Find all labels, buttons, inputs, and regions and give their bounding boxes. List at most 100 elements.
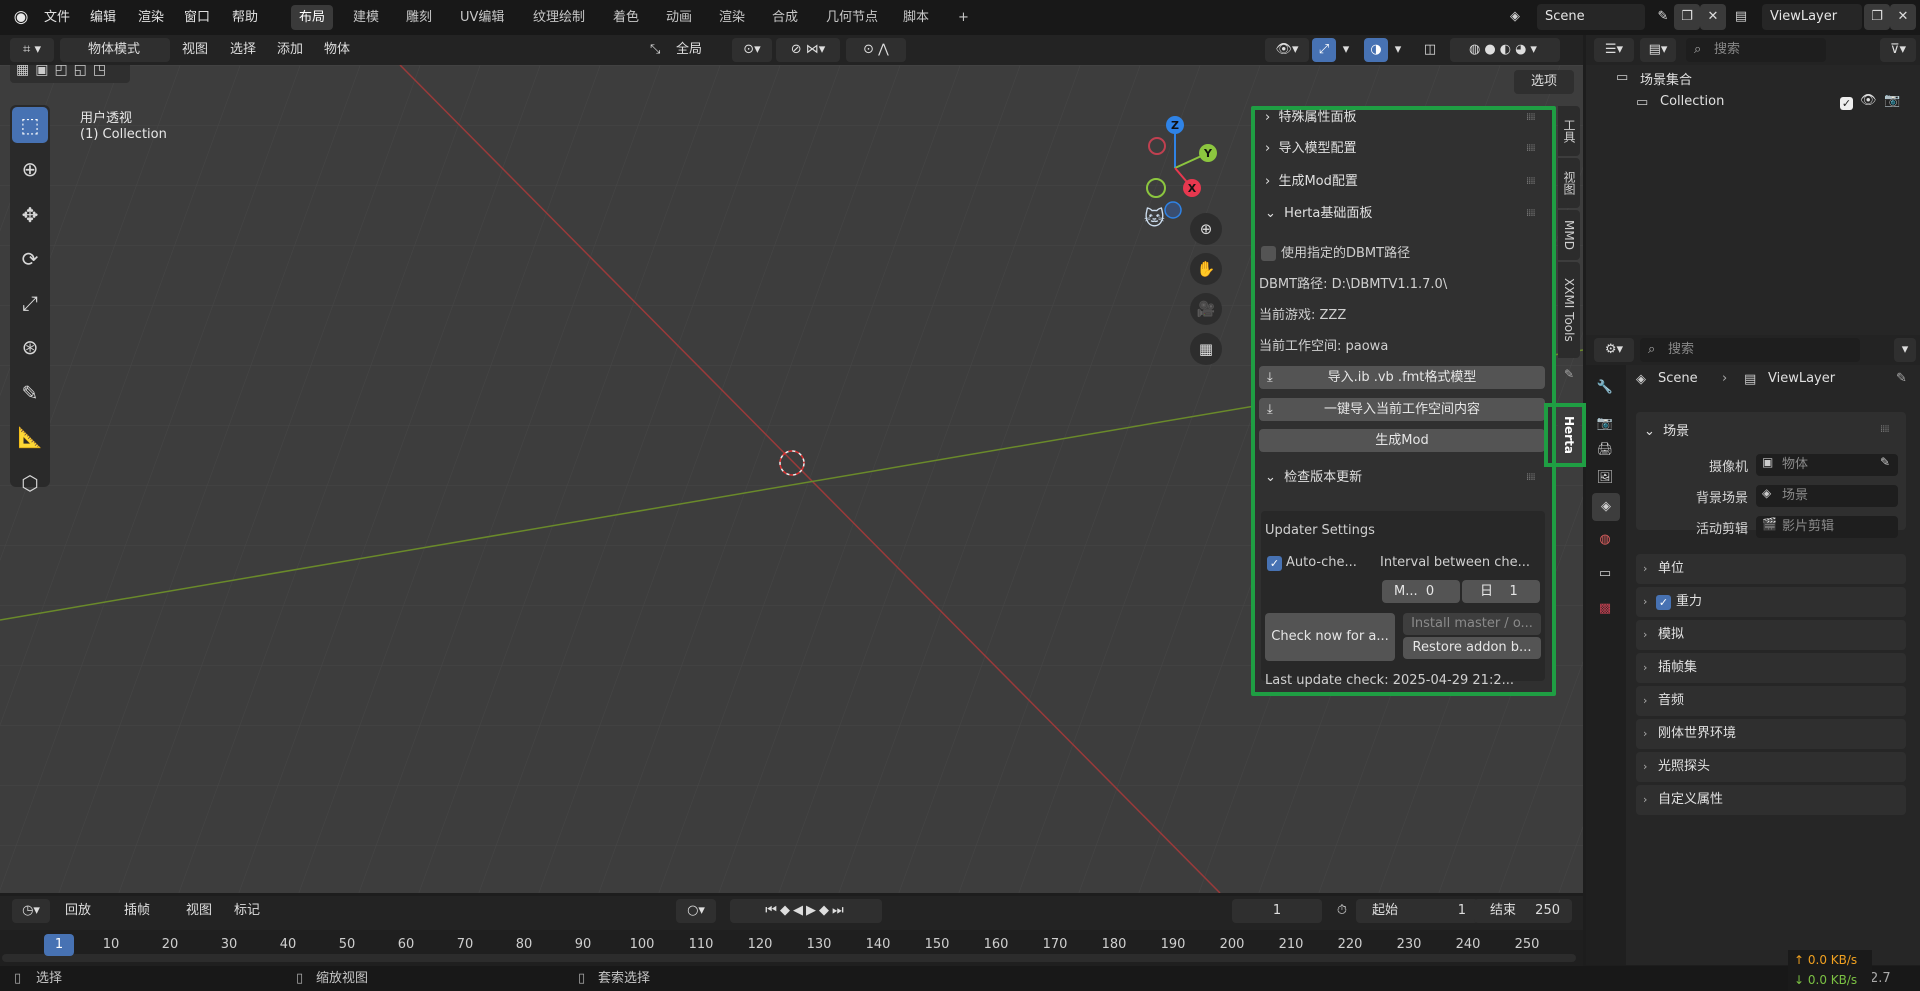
options-dropdown[interactable]: 选项: [1514, 70, 1574, 94]
generate-mod-button[interactable]: 生成Mod: [1259, 429, 1545, 452]
overlay-toggle-icon[interactable]: ◑: [1364, 38, 1388, 62]
camera-icon[interactable]: 📷: [1884, 93, 1900, 108]
restore-addon-button[interactable]: Restore addon b...: [1403, 637, 1541, 659]
stopwatch-icon[interactable]: ⏱: [1332, 899, 1352, 923]
overlay-dropdown-icon[interactable]: ▾: [1390, 38, 1406, 62]
display-mode-icon[interactable]: ▤▾: [1640, 38, 1676, 62]
tab-xxmi-tools[interactable]: XXMI Tools: [1558, 262, 1580, 358]
scene-panel-header[interactable]: ⌄ 场景: [1644, 420, 1689, 439]
tab-rendering[interactable]: 渲染: [711, 5, 753, 30]
menu-window[interactable]: 窗口: [184, 0, 210, 35]
pin-icon[interactable]: ✎: [1650, 4, 1676, 30]
scale-tool-icon[interactable]: ⤢: [12, 285, 48, 321]
transform-orientation-selector[interactable]: 全局: [676, 38, 736, 62]
category-light-probes[interactable]: › 光照探头: [1636, 752, 1906, 782]
eyedropper-icon[interactable]: ✎: [1880, 455, 1890, 469]
tab-mmd[interactable]: MMD: [1558, 210, 1580, 260]
pin-icon[interactable]: ✎: [1896, 371, 1907, 386]
menu-add[interactable]: 添加: [277, 38, 303, 62]
menu-view[interactable]: 视图: [182, 38, 208, 62]
drag-grip-icon[interactable]: ⁞⁞⁞⁞: [1526, 177, 1542, 187]
scene-selector[interactable]: Scene: [1537, 4, 1645, 30]
tab-view[interactable]: 视图: [1558, 158, 1580, 208]
tab-sculpting[interactable]: 雕刻: [398, 5, 440, 30]
tab-texture-paint[interactable]: 纹理绘制: [525, 5, 593, 30]
install-master-button[interactable]: Install master / o...: [1403, 613, 1541, 635]
menu-help[interactable]: 帮助: [232, 0, 258, 35]
camera-field[interactable]: 物体: [1756, 454, 1898, 476]
tab-modeling[interactable]: 建模: [345, 5, 387, 30]
eye-icon[interactable]: 👁: [1860, 93, 1877, 108]
shading-modes-icon[interactable]: ◍●◐◕▾: [1450, 38, 1560, 62]
timeline-scrollbar[interactable]: [2, 954, 1576, 962]
tab-layout[interactable]: 布局: [291, 5, 334, 30]
perspective-toggle-icon[interactable]: ▦: [1190, 333, 1222, 365]
scene-collection-label[interactable]: 场景集合: [1640, 69, 1692, 88]
transform-orientation-icon[interactable]: ⤡: [650, 38, 670, 62]
background-scene-field[interactable]: 场景: [1756, 485, 1898, 507]
gravity-checkbox[interactable]: ✓: [1656, 595, 1671, 610]
auto-check-checkbox[interactable]: ✓: [1267, 556, 1282, 571]
category-custom-properties[interactable]: › 自定义属性: [1636, 785, 1906, 815]
cursor-tool-icon[interactable]: ⊕: [12, 151, 48, 187]
menu-render[interactable]: 渲染: [138, 0, 164, 35]
active-clip-field[interactable]: 影片剪辑: [1756, 516, 1898, 538]
new-view-layer-icon[interactable]: ❐: [1864, 4, 1890, 30]
gizmo-dropdown-icon[interactable]: ▾: [1338, 38, 1354, 62]
tab-geometry-nodes[interactable]: 几何节点: [818, 5, 886, 30]
category-rigid-body-world[interactable]: › 刚体世界环境: [1636, 719, 1906, 749]
menu-object[interactable]: 物体: [324, 38, 350, 62]
timeline-editor-type-icon[interactable]: ◷▾: [12, 899, 50, 923]
blender-logo-icon[interactable]: ◉: [10, 7, 32, 27]
outliner-search-input[interactable]: 搜索: [1686, 38, 1826, 62]
section-herta-basic[interactable]: ⌄ Herta基础面板: [1265, 204, 1372, 224]
visibility-icon[interactable]: 👁▾: [1265, 38, 1309, 62]
category-units[interactable]: › 单位: [1636, 554, 1906, 584]
delete-scene-icon[interactable]: ✕: [1700, 4, 1726, 30]
category-audio[interactable]: › 音频: [1636, 686, 1906, 716]
outliner-editor-type-icon[interactable]: ☰▾: [1594, 38, 1634, 62]
drag-grip-icon[interactable]: ⁞⁞⁞⁞: [1880, 425, 1896, 435]
tab-scripting[interactable]: 脚本: [895, 5, 937, 30]
section-special-props[interactable]: › 特殊属性面板: [1265, 108, 1356, 128]
drag-grip-icon[interactable]: ⁞⁞⁞⁞: [1526, 473, 1542, 483]
end-frame-field[interactable]: 结束 250: [1474, 899, 1572, 923]
section-generate-config[interactable]: › 生成Mod配置: [1265, 172, 1358, 192]
menu-file[interactable]: 文件: [44, 0, 70, 35]
properties-search-input[interactable]: 搜索: [1640, 338, 1860, 362]
move-tool-icon[interactable]: ✥: [12, 197, 48, 233]
drag-grip-icon[interactable]: ⁞⁞⁞⁞: [1526, 113, 1542, 123]
new-scene-icon[interactable]: ❐: [1674, 4, 1700, 30]
tab-animation[interactable]: 动画: [658, 5, 700, 30]
add-cube-tool-icon[interactable]: ⬡: [12, 465, 48, 501]
menu-select[interactable]: 选择: [230, 38, 256, 62]
import-workspace-button[interactable]: ⤓ 一键导入当前工作空间内容: [1259, 398, 1545, 421]
output-tab-icon[interactable]: 🖨: [1596, 441, 1614, 459]
menu-edit[interactable]: 编辑: [90, 0, 116, 35]
properties-options-icon[interactable]: ▾: [1894, 338, 1916, 362]
editor-type-icon[interactable]: ⌗ ▾: [10, 38, 54, 62]
collection-tab-icon[interactable]: ▭: [1596, 565, 1614, 583]
tab-uv-editing[interactable]: UV编辑: [452, 5, 512, 30]
xray-icon[interactable]: ◫: [1418, 38, 1442, 62]
menu-marker[interactable]: 标记: [234, 899, 260, 923]
gizmo-toggle-icon[interactable]: ⤢: [1312, 38, 1336, 62]
properties-editor-type-icon[interactable]: ⚙▾: [1594, 338, 1634, 362]
current-frame-field[interactable]: 1: [1232, 899, 1322, 923]
transform-tool-icon[interactable]: ⊛: [12, 329, 48, 365]
zoom-icon[interactable]: ⊕: [1190, 213, 1222, 245]
tab-tool[interactable]: 工具: [1558, 106, 1580, 156]
collection-label[interactable]: Collection: [1660, 94, 1724, 109]
navigation-gizmo[interactable]: Z Y X: [1120, 113, 1230, 223]
mode-selector[interactable]: 物体模式: [60, 38, 170, 62]
category-gravity[interactable]: › ✓ 重力: [1636, 587, 1906, 617]
menu-playback[interactable]: 回放: [65, 899, 91, 923]
texture-tab-icon[interactable]: ▩: [1596, 600, 1614, 618]
world-tab-icon[interactable]: ◍: [1596, 531, 1614, 549]
months-field[interactable]: M... 0: [1382, 580, 1460, 603]
start-frame-field[interactable]: 起始 1: [1356, 899, 1478, 923]
menu-timeline-view[interactable]: 视图: [186, 899, 212, 923]
selection-mode-icons[interactable]: ▦▣◰◱◳: [10, 65, 130, 83]
filter-icon[interactable]: ⊽▾: [1880, 38, 1916, 62]
pivot-point-icon[interactable]: ⊙▾: [732, 38, 772, 62]
